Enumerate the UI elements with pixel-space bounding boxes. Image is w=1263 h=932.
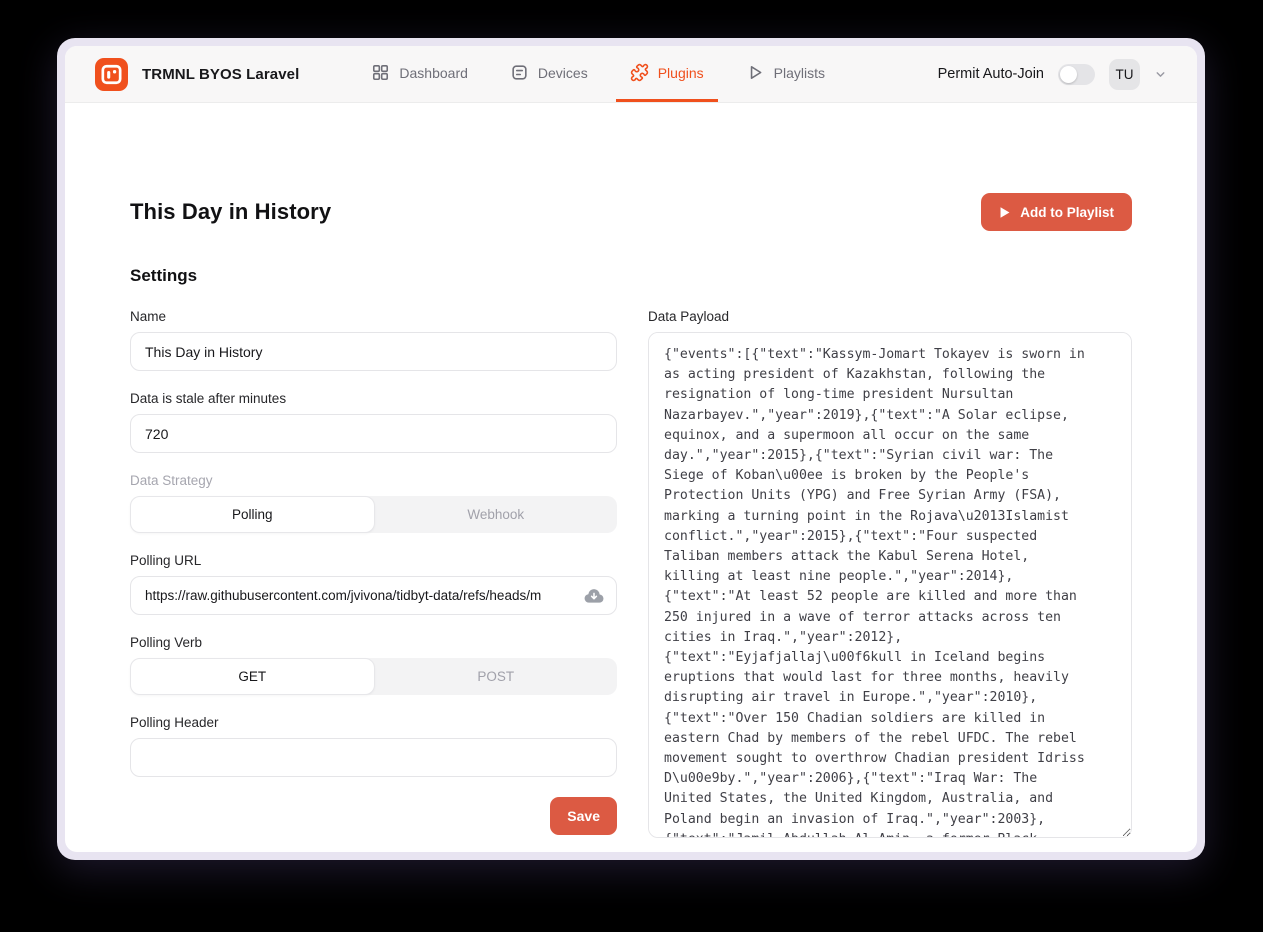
name-input[interactable] [130, 332, 617, 371]
play-icon [746, 63, 765, 82]
settings-columns: Name Data is stale after minutes Data St… [130, 309, 1132, 843]
nav-tab-devices[interactable]: Devices [496, 46, 602, 102]
nav-label: Plugins [658, 65, 704, 81]
toggle-knob [1060, 66, 1077, 83]
puzzle-icon [630, 63, 649, 82]
data-payload-panel: Data Payload {"events":[{"text":"Kassym-… [648, 309, 1132, 843]
nav-tab-playlists[interactable]: Playlists [732, 46, 839, 102]
polling-verb-label: Polling Verb [130, 635, 617, 650]
nav-label: Devices [538, 65, 588, 81]
top-navigation-bar: TRMNL BYOS Laravel Dashboard [65, 46, 1197, 103]
stale-minutes-input[interactable] [130, 414, 617, 453]
segment-polling[interactable]: Polling [130, 496, 375, 533]
app-surface: TRMNL BYOS Laravel Dashboard [65, 46, 1197, 852]
nav-label: Playlists [774, 65, 825, 81]
strategy-field-group: Data Strategy Polling Webhook [130, 473, 617, 533]
settings-form: Name Data is stale after minutes Data St… [130, 309, 617, 843]
stale-field-group: Data is stale after minutes [130, 391, 617, 453]
settings-section-title: Settings [130, 266, 1132, 286]
permit-auto-join-label: Permit Auto-Join [938, 66, 1044, 82]
polling-header-field-group: Polling Header [130, 715, 617, 777]
stale-label: Data is stale after minutes [130, 391, 617, 406]
data-strategy-label: Data Strategy [130, 473, 617, 488]
page-title: This Day in History [130, 199, 331, 225]
name-label: Name [130, 309, 617, 324]
permit-auto-join-toggle[interactable] [1058, 64, 1095, 85]
segment-get[interactable]: GET [130, 658, 375, 695]
polling-header-input[interactable] [130, 738, 617, 777]
nav-label: Dashboard [399, 65, 468, 81]
segment-webhook[interactable]: Webhook [375, 496, 618, 533]
main-nav: Dashboard Devices [357, 46, 839, 102]
polling-url-label: Polling URL [130, 553, 617, 568]
add-to-playlist-label: Add to Playlist [1020, 205, 1114, 220]
brand: TRMNL BYOS Laravel [95, 46, 299, 102]
data-payload-label: Data Payload [648, 309, 1132, 324]
name-field-group: Name [130, 309, 617, 371]
app-window: TRMNL BYOS Laravel Dashboard [57, 38, 1205, 860]
save-row: Save [130, 797, 617, 835]
data-strategy-segmented-control: Polling Webhook [130, 496, 617, 533]
segment-post[interactable]: POST [375, 658, 618, 695]
play-icon [999, 206, 1011, 219]
polling-url-input[interactable] [130, 576, 617, 615]
polling-verb-field-group: Polling Verb GET POST [130, 635, 617, 695]
data-payload-textarea[interactable]: {"events":[{"text":"Kassym-Jomart Tokaye… [648, 332, 1132, 838]
header-right-controls: Permit Auto-Join TU [938, 46, 1167, 102]
nav-tab-dashboard[interactable]: Dashboard [357, 46, 482, 102]
polling-header-label: Polling Header [130, 715, 617, 730]
polling-verb-segmented-control: GET POST [130, 658, 617, 695]
title-row: This Day in History Add to Playlist [130, 193, 1132, 231]
polling-url-field-group: Polling URL [130, 553, 617, 615]
user-avatar[interactable]: TU [1109, 59, 1140, 90]
save-button[interactable]: Save [550, 797, 617, 835]
cloud-download-icon[interactable] [583, 585, 605, 607]
app-title: TRMNL BYOS Laravel [142, 66, 299, 83]
trmnl-logo-icon [95, 58, 128, 91]
device-list-icon [510, 63, 529, 82]
grid-icon [371, 63, 390, 82]
chevron-down-icon[interactable] [1154, 68, 1167, 81]
add-to-playlist-button[interactable]: Add to Playlist [981, 193, 1132, 231]
nav-tab-plugins[interactable]: Plugins [616, 46, 718, 102]
plugin-settings-page: This Day in History Add to Playlist Sett… [65, 103, 1197, 852]
